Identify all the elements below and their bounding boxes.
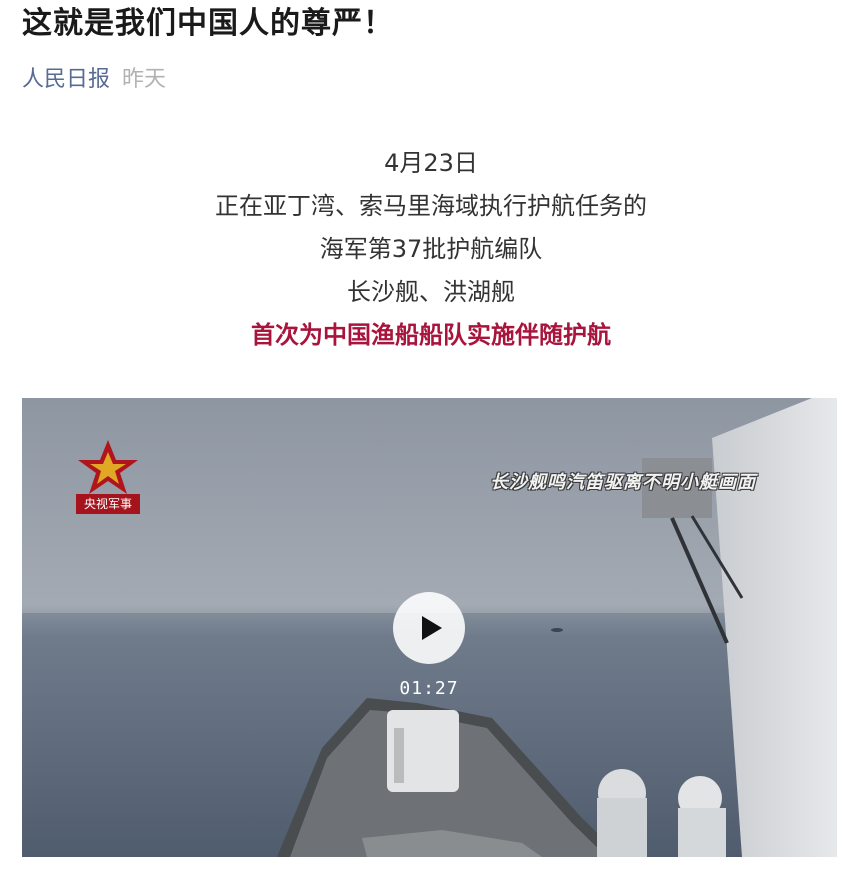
intro-highlight-line: 首次为中国渔船船队实施伴随护航 — [251, 321, 611, 349]
publish-date: 昨天 — [122, 67, 167, 92]
play-icon — [422, 616, 442, 640]
video-caption: 长沙舰鸣汽笛驱离不明小艇画面 — [490, 472, 756, 493]
intro-line: 海军第37批护航编队 — [319, 235, 543, 263]
source-link[interactable]: 人民日报 — [22, 67, 110, 92]
cctv-military-logo: 央视军事 — [76, 438, 142, 516]
play-button[interactable] — [393, 592, 465, 664]
article-meta: 人民日报 昨天 — [22, 64, 166, 96]
video-duration: 01:27 — [399, 678, 459, 699]
intro-line: 长沙舰、洪湖舰 — [347, 278, 515, 306]
intro-line: 4月23日 — [384, 149, 478, 177]
article-title: 这就是我们中国人的尊严！ — [22, 6, 394, 41]
article-intro: 4月23日 正在亚丁湾、索马里海域执行护航任务的 海军第37批护航编队 长沙舰、… — [0, 142, 862, 357]
logo-label: 央视军事 — [76, 494, 140, 514]
intro-line: 正在亚丁湾、索马里海域执行护航任务的 — [215, 192, 647, 220]
video-player[interactable]: 央视军事 长沙舰鸣汽笛驱离不明小艇画面 01:27 — [22, 398, 837, 857]
star-icon — [78, 440, 138, 494]
